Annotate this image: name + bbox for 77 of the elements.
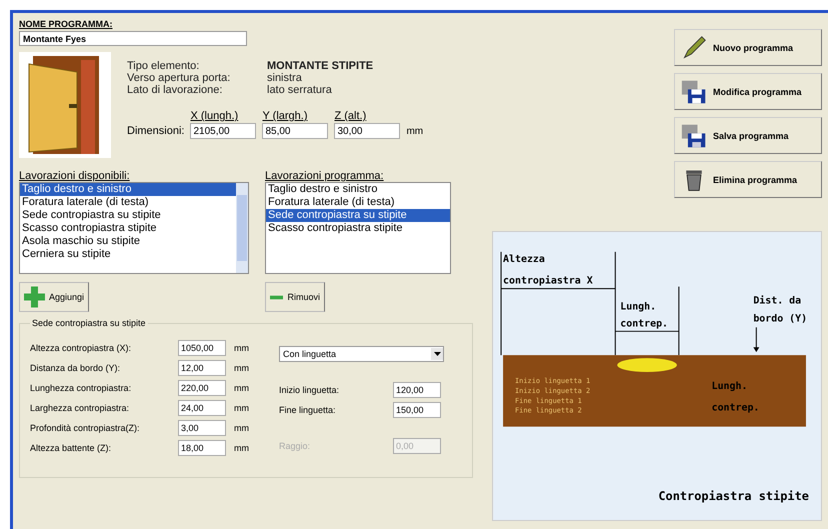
- parameter-field[interactable]: 1050,00: [178, 340, 226, 356]
- parameter-label: Distanza da bordo (Y):: [30, 363, 122, 373]
- parameter-label: Altezza battente (Z):: [30, 443, 112, 453]
- group-title: Sede contropiastra su stipite: [31, 318, 147, 328]
- dimensions-label: Dimensioni:: [127, 125, 184, 139]
- unit-label: mm: [234, 383, 249, 393]
- parameter-label: Raggio:: [279, 441, 312, 451]
- parameter-field[interactable]: 12,00: [178, 360, 226, 376]
- list-item[interactable]: Foratura laterale (di testa): [20, 196, 236, 209]
- info-label: Lato di lavorazione:: [127, 84, 224, 96]
- list-item[interactable]: Sede contropiastra su stipite: [266, 209, 450, 222]
- list-item[interactable]: Taglio destro e sinistro: [20, 183, 236, 196]
- diagram-label: bordo (Y): [753, 313, 808, 324]
- diagram-label: Dist. da: [753, 296, 802, 306]
- diagram-label: Altezza: [503, 254, 545, 265]
- unit-label: mm: [406, 126, 424, 139]
- diagram-caption: Contropiastra stipite: [658, 489, 809, 504]
- parameter-field[interactable]: 120,00: [393, 382, 441, 398]
- parameter-field[interactable]: 24,00: [178, 400, 226, 416]
- parameter-field[interactable]: 220,00: [178, 380, 226, 396]
- unit-label: mm: [234, 343, 249, 353]
- program-action-button[interactable]: Modifica programma: [674, 73, 822, 110]
- list-title: Lavorazioni disponibili:: [19, 170, 131, 182]
- scrollbar[interactable]: [236, 183, 248, 273]
- dimension-header: X (lungh.): [190, 110, 240, 122]
- list-item[interactable]: Foratura laterale (di testa): [266, 196, 450, 209]
- info-value: lato serratura: [267, 84, 332, 96]
- list-title: Lavorazioni programma:: [265, 170, 385, 182]
- list-item[interactable]: Scasso contropiastra stipite: [20, 222, 236, 235]
- parameter-field[interactable]: 150,00: [393, 402, 441, 418]
- list-item[interactable]: Asola maschio su stipite: [20, 235, 236, 248]
- dimension-header: Y (largh.): [262, 110, 309, 122]
- pencil-icon: [681, 34, 707, 60]
- unit-label: mm: [234, 403, 249, 413]
- diagram-label: Lungh.: [620, 301, 656, 312]
- parameter-label: Inizio linguetta:: [279, 385, 340, 395]
- dimension-field[interactable]: 2105,00: [190, 123, 256, 139]
- type-dropdown[interactable]: Con linguetta: [279, 346, 444, 362]
- program-action-button[interactable]: Elimina programma: [674, 161, 822, 198]
- parameter-label: Profondità contropiastra(Z):: [30, 423, 141, 433]
- unit-label: mm: [234, 423, 249, 433]
- parameter-label: Altezza contropiastra (X):: [30, 343, 132, 353]
- dimension-field[interactable]: 30,00: [334, 123, 400, 139]
- diagram-label: contrep.: [712, 402, 760, 414]
- parameter-field[interactable]: 18,00: [178, 440, 226, 456]
- parameter-field[interactable]: 3,00: [178, 420, 226, 436]
- dimension-header: Z (alt.): [334, 110, 368, 122]
- add-button[interactable]: Aggiungi: [19, 282, 89, 312]
- parameter-label: Lunghezza contropiastra:: [30, 383, 132, 393]
- caret-icon: [434, 352, 440, 356]
- plus-icon: [24, 286, 45, 308]
- remove-button[interactable]: Rimuovi: [265, 282, 325, 312]
- list-item[interactable]: Scasso contropiastra stipite: [266, 222, 450, 235]
- parameter-label: Larghezza contropiastra:: [30, 403, 130, 413]
- minus-icon: [270, 294, 284, 300]
- diagram-label: contrep.: [620, 318, 668, 330]
- parameter-label: Fine linguetta:: [279, 405, 337, 415]
- info-value: sinistra: [267, 72, 302, 84]
- floppy-disk-icon: [681, 122, 707, 148]
- program-name-label: NOME PROGRAMMA:: [19, 19, 114, 29]
- unit-label: mm: [234, 443, 249, 453]
- floppy-disk-icon: [681, 78, 707, 104]
- program-action-button[interactable]: Salva programma: [674, 117, 822, 154]
- unit-label: mm: [234, 363, 249, 373]
- program-name-field[interactable]: Montante Fyes: [19, 31, 247, 46]
- diagram-label: Lungh.: [712, 380, 748, 392]
- list-item[interactable]: Taglio destro e sinistro: [266, 183, 450, 196]
- strike-plate-drawing: [617, 358, 677, 372]
- info-label: Verso apertura porta:: [127, 72, 232, 84]
- arrow: [753, 326, 760, 352]
- info-value: MONTANTE STIPITE: [267, 60, 374, 72]
- program-action-button[interactable]: Nuovo programma: [674, 29, 822, 66]
- list-item[interactable]: Cerniera su stipite: [20, 248, 236, 261]
- info-label: Tipo elemento:: [127, 60, 200, 72]
- list-item[interactable]: Sede contropiastra su stipite: [20, 209, 236, 222]
- diagram-label: contropiastra X: [503, 276, 593, 287]
- dimension-field[interactable]: 85,00: [262, 123, 328, 139]
